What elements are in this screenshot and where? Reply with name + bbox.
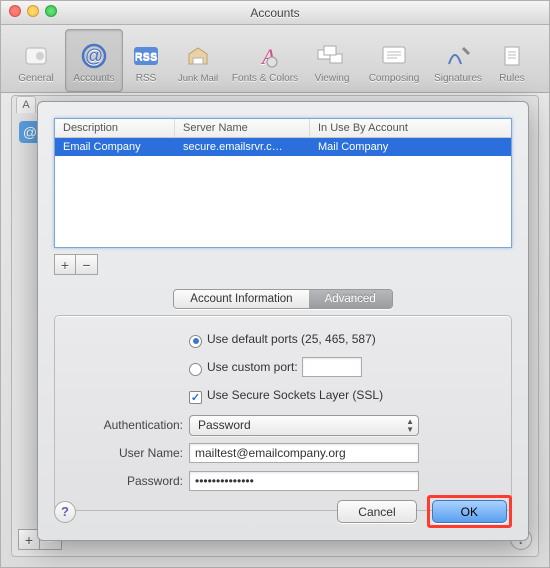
viewing-icon: [313, 39, 351, 73]
svg-text:RSS: RSS: [135, 51, 158, 63]
checkbox-ssl[interactable]: ✓: [189, 391, 202, 404]
rss-icon: RSS: [127, 39, 165, 73]
at-icon: @: [75, 39, 113, 73]
help-button[interactable]: ?: [54, 501, 76, 523]
junk-icon: [179, 39, 217, 73]
server-list[interactable]: Description Server Name In Use By Accoun…: [54, 118, 512, 248]
label-default-ports: Use default ports (25, 465, 587): [207, 332, 376, 346]
authentication-value: Password: [198, 418, 251, 432]
label-user-name: User Name:: [69, 446, 189, 460]
password-input[interactable]: [189, 471, 419, 491]
switch-icon: [17, 39, 55, 73]
remove-server-button[interactable]: −: [76, 254, 98, 275]
bg-accounts-column-header: A: [16, 96, 36, 113]
svg-text:@: @: [23, 124, 37, 140]
label-custom-port: Use custom port:: [207, 360, 298, 374]
tab-account-information[interactable]: Account Information: [174, 290, 308, 308]
toolbar-fonts-colors[interactable]: A Fonts & Colors: [227, 29, 303, 92]
toolbar-viewing[interactable]: Viewing: [303, 29, 361, 92]
label-password: Password:: [69, 474, 189, 488]
toolbar-rss[interactable]: RSS RSS: [123, 29, 169, 92]
cancel-button[interactable]: Cancel: [337, 500, 416, 523]
server-list-row[interactable]: Email Company secure.emailsrvr.c… Mail C…: [55, 138, 511, 156]
svg-text:@: @: [85, 46, 103, 66]
tab-advanced[interactable]: Advanced: [309, 290, 392, 308]
authentication-select[interactable]: Password ▲▼: [189, 415, 419, 436]
titlebar: Accounts: [1, 1, 549, 25]
add-server-button[interactable]: +: [54, 254, 76, 275]
toolbar-junk-mail[interactable]: Junk Mail: [169, 29, 227, 92]
col-header-description[interactable]: Description: [55, 119, 175, 137]
cell-in-use-by: Mail Company: [310, 138, 511, 156]
edit-smtp-server-sheet: Description Server Name In Use By Accoun…: [37, 101, 529, 541]
rules-icon: [493, 39, 531, 73]
chevron-up-down-icon: ▲▼: [406, 418, 414, 434]
zoom-icon[interactable]: [45, 5, 57, 17]
fonts-colors-icon: A: [246, 39, 284, 73]
col-header-in-use-by[interactable]: In Use By Account: [310, 119, 511, 137]
toolbar-signatures[interactable]: Signatures: [427, 29, 489, 92]
window-controls: [9, 5, 57, 17]
server-list-header: Description Server Name In Use By Accoun…: [55, 119, 511, 138]
sheet-footer: ? Cancel OK: [54, 495, 512, 528]
toolbar-accounts[interactable]: @ Accounts: [65, 29, 123, 92]
preferences-toolbar: General @ Accounts RSS RSS Junk Mail A F…: [1, 25, 549, 93]
toolbar-general[interactable]: General: [7, 29, 65, 92]
cell-server-name: secure.emailsrvr.c…: [175, 138, 310, 156]
user-name-input[interactable]: [189, 443, 419, 463]
signatures-icon: [439, 39, 477, 73]
radio-custom-port[interactable]: [189, 363, 202, 376]
composing-icon: [375, 39, 413, 73]
server-list-buttons: + −: [54, 254, 512, 275]
col-header-server-name[interactable]: Server Name: [175, 119, 310, 137]
custom-port-input[interactable]: [302, 357, 362, 377]
ok-highlight: OK: [427, 495, 512, 528]
tab-bar: Account Information Advanced: [54, 289, 512, 309]
advanced-panel: Use default ports (25, 465, 587) Use cus…: [54, 315, 512, 511]
minimize-icon[interactable]: [27, 5, 39, 17]
label-ssl: Use Secure Sockets Layer (SSL): [207, 388, 383, 402]
toolbar-rules[interactable]: Rules: [489, 29, 535, 92]
window-title: Accounts: [250, 6, 299, 20]
close-icon[interactable]: [9, 5, 21, 17]
radio-default-ports[interactable]: [189, 335, 202, 348]
ok-button[interactable]: OK: [432, 500, 507, 523]
cell-description: Email Company: [55, 138, 175, 156]
toolbar-composing[interactable]: Composing: [361, 29, 427, 92]
label-authentication: Authentication:: [69, 418, 189, 432]
accounts-preferences-window: Accounts General @ Accounts RSS RSS Junk…: [0, 0, 550, 568]
